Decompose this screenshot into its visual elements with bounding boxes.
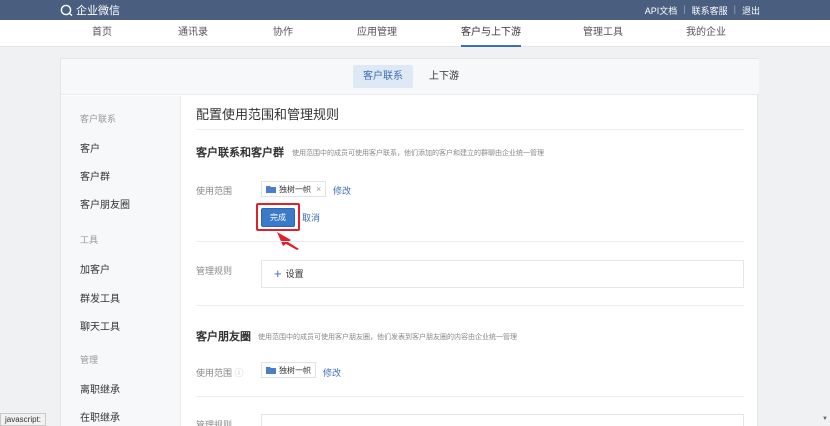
sidebar-group-tools: 工具 [80,235,99,245]
content-card: 客户联系 上下游 客户联系 客户 客户群 客户朋友圈 工具 加客户 群发工具 聊… [60,58,759,426]
moments-rules-box[interactable] [261,414,744,426]
sidebar-item-broadcast[interactable]: 群发工具 [80,290,120,305]
sidebar-item-resigned-inherit[interactable]: 离职继承 [80,381,120,396]
link-separator: | [733,4,736,14]
sidebar-item-chat-tools[interactable]: 聊天工具 [80,318,120,333]
moments-rules-label: 管理规则 [196,420,233,426]
logo-text: 企业微信 [76,5,120,17]
info-icon[interactable]: ⓘ [235,368,244,378]
tab-customer-contact[interactable]: 客户联系 [353,65,413,88]
section-title-moments: 客户朋友圈 [196,331,251,343]
remove-tag-icon[interactable]: × [316,184,321,194]
sidebar-item-active-inherit[interactable]: 在职继承 [80,409,120,424]
scope-label: 使用范围 [196,186,233,196]
contact-support-link[interactable]: 联系客服 [692,4,728,17]
section-desc-moments: 使用范围中的成员可使用客户朋友圈，他们发表到客户朋友圈的内容由企业统一管理 [258,334,517,341]
divider [196,396,744,397]
annotation-arrow-icon [277,232,299,250]
folder-icon [266,367,276,374]
sidebar-group-customer-contact: 客户联系 [80,114,117,124]
main-nav: 首页 通讯录 协作 应用管理 客户与上下游 管理工具 我的企业 [0,20,830,47]
edit-scope-link[interactable]: 修改 [333,184,351,197]
sidebar: 客户联系 客户 客户群 客户朋友圈 工具 加客户 群发工具 聊天工具 管理 离职… [61,96,181,426]
sidebar-item-add-customers[interactable]: 加客户 [80,261,110,276]
sidebar-group-management: 管理 [80,355,99,365]
rules-label: 管理规则 [196,266,233,276]
sidebar-item-moments[interactable]: 客户朋友圈 [80,196,130,211]
scope-member-tag: 独树一帜 × [261,181,327,197]
wecom-logo-icon [60,4,73,16]
link-separator: | [683,4,686,14]
add-rule-label: 设置 [285,269,304,279]
scope-member-name: 独树一帜 [279,184,311,194]
divider [196,305,744,306]
api-docs-link[interactable]: API文档 [645,4,678,17]
nav-collaboration[interactable]: 协作 [273,20,293,47]
plus-icon: + [274,265,282,281]
logo[interactable]: 企业微信 [60,2,120,18]
moments-member-tag: 独树一帜 [261,362,316,378]
cancel-link[interactable]: 取消 [302,211,320,224]
top-links: API文档 | 联系客服 | 退出 [645,4,760,17]
sidebar-item-customer-groups[interactable]: 客户群 [80,168,110,183]
nav-management-tools[interactable]: 管理工具 [583,20,623,47]
moments-scope-text: 使用范围 [196,368,233,378]
done-button[interactable]: 完成 [261,208,295,227]
nav-contacts[interactable]: 通讯录 [178,20,208,47]
section-desc-contact-groups: 使用范围中的成员可使用客户联系，他们添加的客户和建立的群聊由企业统一管理 [292,150,544,157]
tab-upstream-downstream[interactable]: 上下游 [419,65,469,88]
nav-home[interactable]: 首页 [92,20,112,47]
browser-status-bar: javascript: [0,413,47,426]
divider [196,129,744,130]
nav-my-company[interactable]: 我的企业 [686,20,726,47]
sub-tabs: 客户联系 上下游 [61,59,759,95]
logout-link[interactable]: 退出 [742,4,760,17]
rules-box[interactable]: + 设置 [261,260,744,288]
divider [196,241,744,242]
nav-app-management[interactable]: 应用管理 [357,20,397,47]
sidebar-item-customers[interactable]: 客户 [80,140,100,155]
section-title-contact-groups: 客户联系和客户群 [196,147,284,159]
moments-member-name: 独树一帜 [279,365,311,375]
page-title: 配置使用范围和管理规则 [196,107,340,122]
scroll-down-arrow-icon[interactable]: ▼ [822,416,828,422]
edit-moments-scope-link[interactable]: 修改 [323,366,341,379]
moments-scope-label: 使用范围 ⓘ [196,366,244,379]
top-bar: 企业微信 API文档 | 联系客服 | 退出 [0,0,830,20]
nav-customers-partners[interactable]: 客户与上下游 [461,20,521,47]
folder-icon [266,186,276,193]
main-panel: 配置使用范围和管理规则 客户联系和客户群 使用范围中的成员可使用客户联系，他们添… [182,96,758,426]
add-rule-button[interactable]: + 设置 [274,267,304,280]
